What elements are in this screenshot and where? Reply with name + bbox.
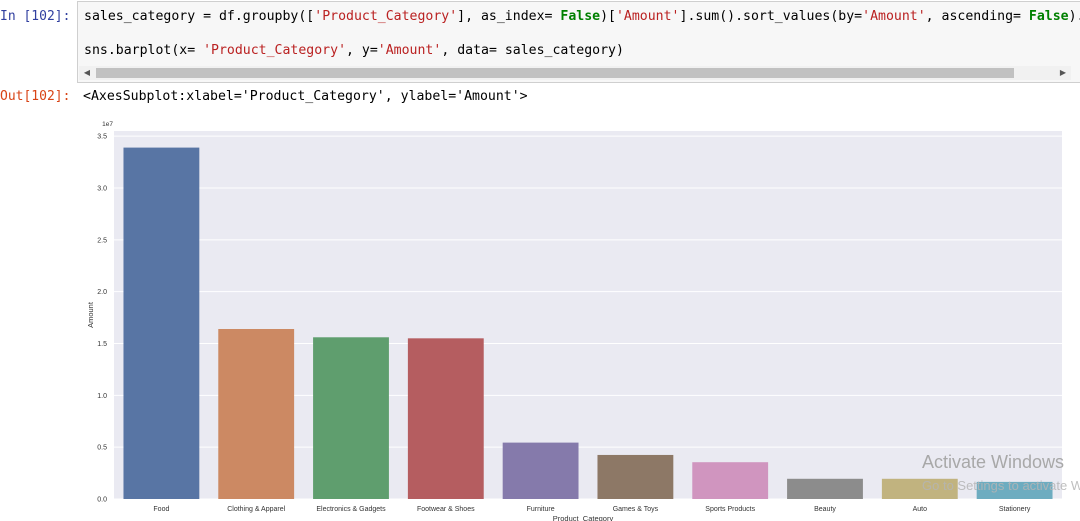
y-tick-label: 1.5 <box>97 341 107 348</box>
bar-games-toys <box>597 454 674 499</box>
bar-chart: 0.0 0.5 1.0 1.5 2.0 2.5 3.0 3.5 1e7 Food Clothing … <box>86 121 1062 521</box>
x-axis-label: Product_Category <box>553 514 614 521</box>
output-prompt: Out[102]: <box>0 89 71 104</box>
bar-furniture <box>502 442 579 499</box>
code-token: sns.barplot(x= <box>84 43 204 58</box>
code-token: ).hea <box>1068 9 1080 24</box>
code-token: )[ <box>600 9 616 24</box>
x-tick-label: Electronics & Gadgets <box>316 506 386 513</box>
code-string: 'Product_Category' <box>203 43 347 58</box>
code-token: , ascending= <box>925 9 1029 24</box>
y-tick-label: 3.5 <box>97 134 107 141</box>
code-token: sales_category = df.groupby([ <box>84 9 315 24</box>
bar-electronics-gadgets <box>313 337 389 499</box>
x-tick-label: Auto <box>913 506 928 513</box>
code-string: 'Product_Category' <box>314 9 458 24</box>
x-tick-label: Sports Products <box>705 506 755 513</box>
activate-windows-title: Activate Windows <box>922 452 1065 472</box>
triangle-left-icon[interactable]: ◀ <box>81 66 93 80</box>
code-line-2: sns.barplot(x= 'Product_Category', y='Am… <box>84 43 624 58</box>
code-token: ].sum().sort_values(by= <box>679 9 863 24</box>
x-tick-label: Games & Toys <box>613 506 659 513</box>
bar-food <box>123 147 200 499</box>
bar-sports-products <box>692 462 769 499</box>
x-tick-label: Beauty <box>814 506 836 513</box>
y-tick-label: 2.0 <box>97 289 107 296</box>
bar-clothing-apparel <box>218 328 295 499</box>
y-axis-label: Amount <box>86 301 95 328</box>
code-string: 'Amount' <box>862 9 926 24</box>
x-tick-label: Clothing & Apparel <box>227 506 285 513</box>
x-tick-label: Footwear & Shoes <box>417 506 475 513</box>
triangle-right-icon[interactable]: ▶ <box>1057 66 1069 80</box>
code-token: , y= <box>346 43 378 58</box>
code-string: 'Amount' <box>377 43 442 58</box>
bar-footwear-shoes <box>407 338 484 499</box>
activate-windows-subtitle: Go to Settings to activate Windows. <box>922 478 1080 493</box>
x-tick-label: Stationery <box>999 506 1031 513</box>
code-token: ], as_index= <box>457 9 561 24</box>
bar-beauty <box>787 478 863 499</box>
y-offset-label: 1e7 <box>102 121 113 128</box>
code-keyword: False <box>560 9 601 24</box>
code-keyword: False <box>1028 9 1069 24</box>
input-prompt: In [102]: <box>0 9 71 24</box>
y-tick-label: 1.0 <box>97 393 107 400</box>
code-token: , data= sales_category) <box>441 43 624 58</box>
code-line-1: sales_category = df.groupby(['Product_Ca… <box>84 9 1080 24</box>
x-tick-label: Food <box>153 506 169 513</box>
y-tick-label: 0.0 <box>97 497 107 504</box>
code-string: 'Amount' <box>615 9 680 24</box>
y-tick-label: 0.5 <box>97 445 107 452</box>
y-tick-label: 2.5 <box>97 237 107 244</box>
output-text: <AxesSubplot:xlabel='Product_Category', … <box>83 89 528 104</box>
horizontal-scrollbar[interactable]: ◀ ▶ <box>79 66 1071 80</box>
x-tick-label: Furniture <box>527 506 555 513</box>
code-cell[interactable]: sales_category = df.groupby(['Product_Ca… <box>77 1 1080 83</box>
y-tick-label: 3.0 <box>97 186 107 193</box>
scrollbar-thumb[interactable] <box>96 68 1014 78</box>
